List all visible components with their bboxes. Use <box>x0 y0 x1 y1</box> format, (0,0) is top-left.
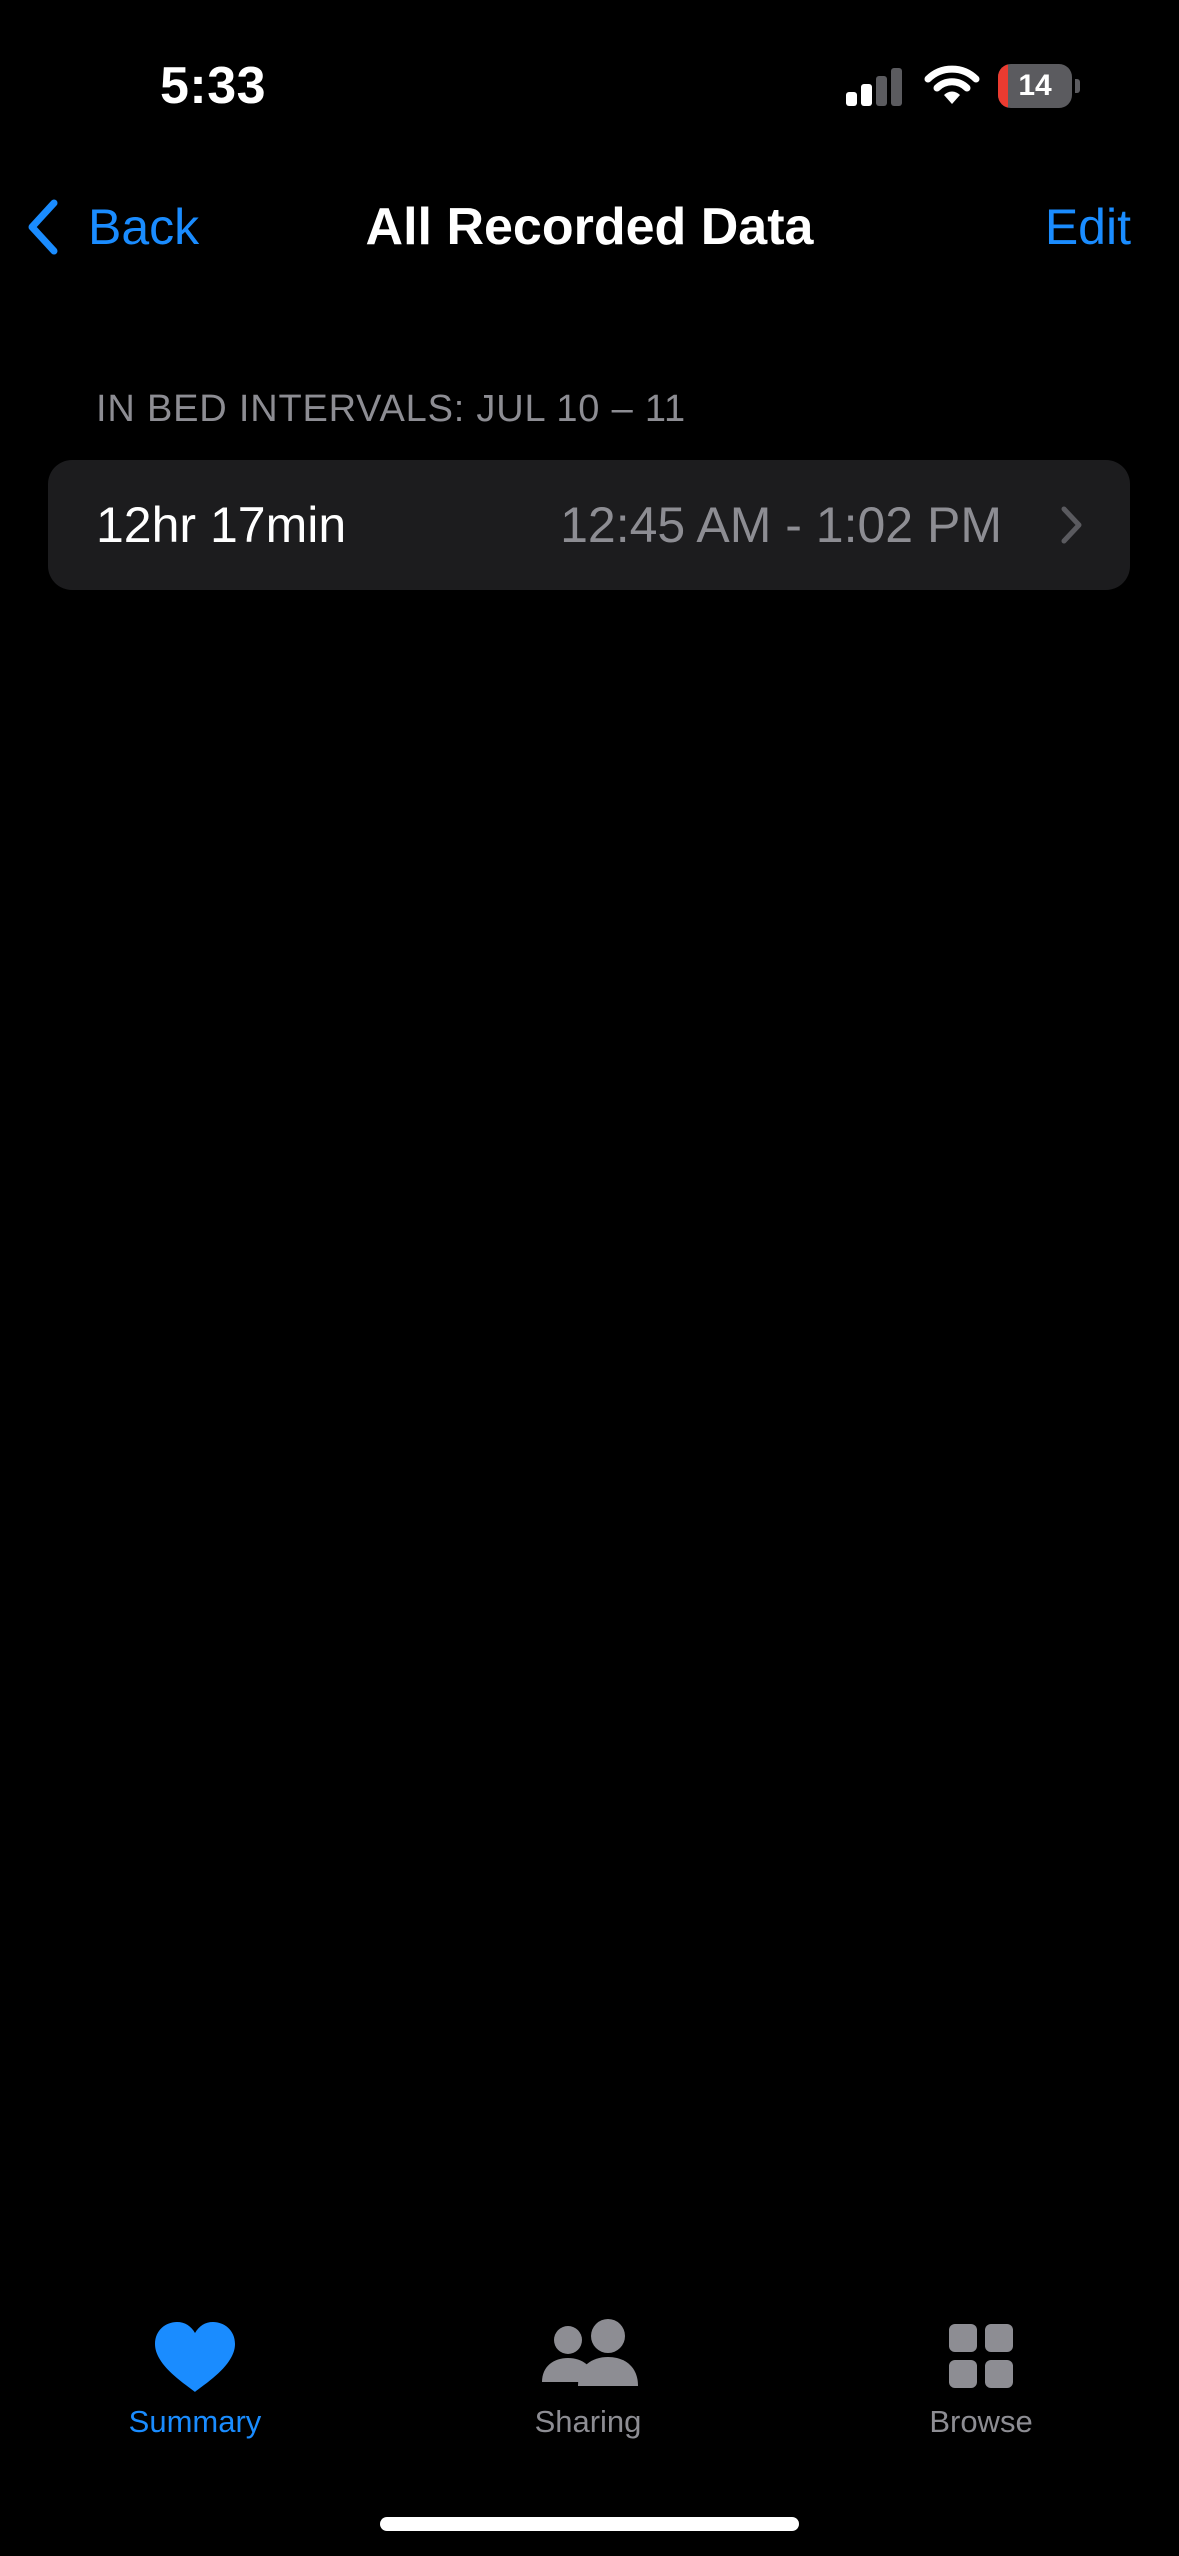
home-indicator[interactable] <box>380 2517 799 2531</box>
interval-duration: 12hr 17min <box>96 497 347 553</box>
tab-sharing[interactable]: Sharing <box>438 2316 738 2456</box>
page-title: All Recorded Data <box>365 198 814 256</box>
battery-level-text: 14 <box>1018 69 1052 102</box>
chevron-right-icon <box>1061 506 1082 544</box>
cellular-signal-icon <box>846 66 904 106</box>
edit-button[interactable]: Edit <box>1045 192 1131 262</box>
interval-row[interactable]: 12hr 17min 12:45 AM - 1:02 PM <box>48 460 1130 590</box>
tab-sharing-label: Sharing <box>534 2404 642 2439</box>
people-icon <box>542 2319 638 2386</box>
interval-list: 12hr 17min 12:45 AM - 1:02 PM <box>48 460 1130 590</box>
tab-summary[interactable]: Summary <box>45 2316 345 2456</box>
tab-summary-label: Summary <box>128 2404 262 2439</box>
grid-icon <box>949 2324 1013 2388</box>
section-header: IN BED INTERVALS: JUL 10 – 11 <box>96 388 686 430</box>
battery-icon: 14 <box>998 64 1080 108</box>
tab-browse[interactable]: Browse <box>831 2316 1131 2456</box>
tab-browse-label: Browse <box>929 2404 1033 2439</box>
wifi-icon <box>924 65 980 104</box>
interval-time-range: 12:45 AM - 1:02 PM <box>560 497 1002 553</box>
status-time: 5:33 <box>160 57 267 115</box>
heart-icon <box>155 2322 235 2392</box>
